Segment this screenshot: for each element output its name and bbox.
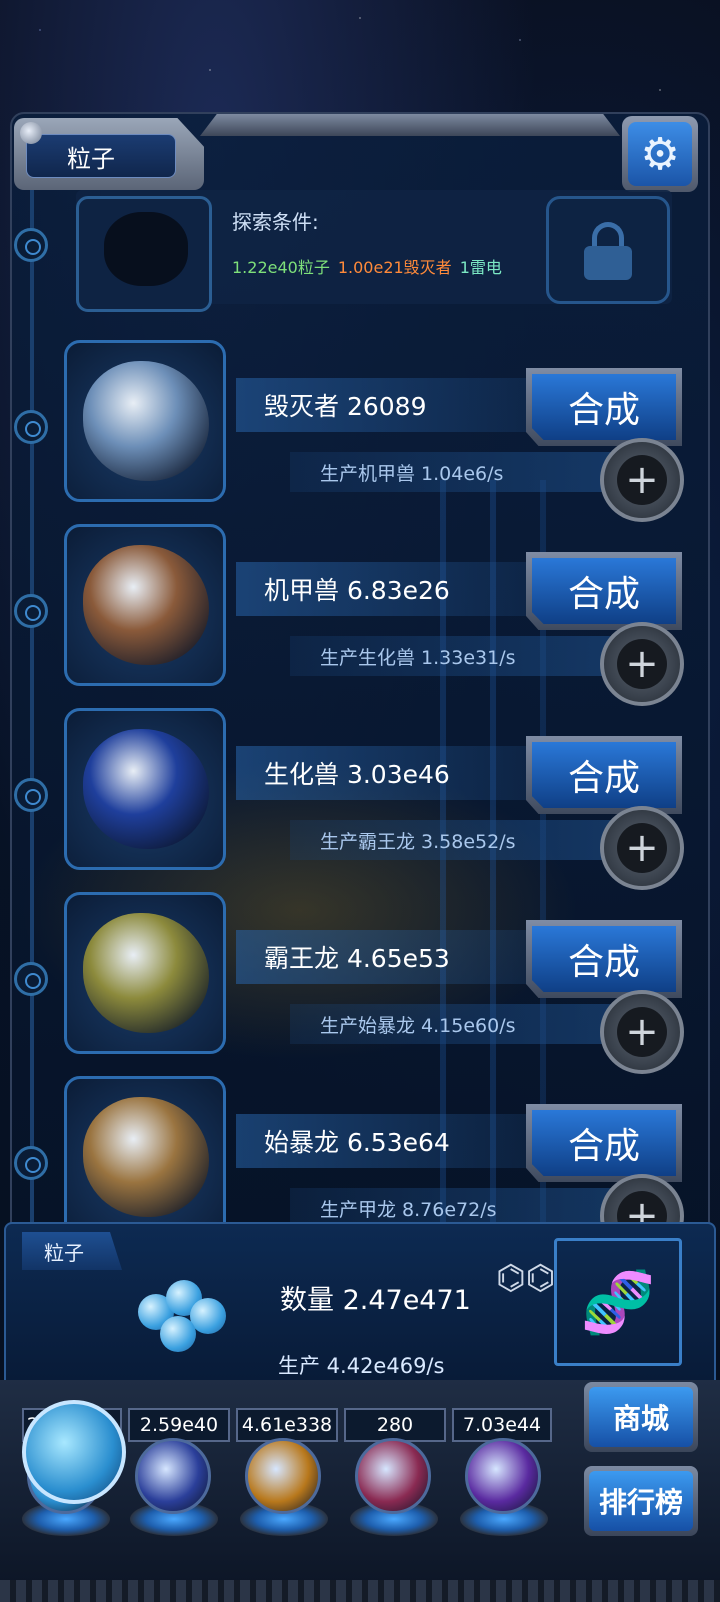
plus-icon: + — [617, 455, 667, 505]
condition-item: 1雷电 — [459, 258, 502, 277]
particle-cluster-icon — [138, 1276, 230, 1360]
synthesize-label: 合成 — [532, 374, 676, 440]
synthesize-button[interactable]: 合成 — [526, 920, 682, 998]
creature-name: 霸王龙 4.65e53 — [236, 930, 536, 984]
plus-icon: + — [617, 823, 667, 873]
timeline-lock-node — [14, 228, 48, 262]
creature-silhouette-icon — [104, 212, 188, 286]
synthesize-button[interactable]: 合成 — [526, 368, 682, 446]
synthesize-label: 合成 — [532, 1110, 676, 1176]
add-button[interactable]: + — [600, 990, 684, 1074]
unlock-condition-title: 探索条件: — [232, 210, 319, 234]
creature-name: 始暴龙 6.53e64 — [236, 1114, 536, 1168]
brain-orb-slot[interactable] — [350, 1438, 440, 1548]
resource-count: 280 — [344, 1408, 446, 1442]
creature-production: 生产生化兽 1.33e31/s — [290, 636, 620, 676]
lightning-orb-slot[interactable] — [130, 1438, 220, 1548]
shop-button[interactable]: 商城 — [584, 1382, 698, 1452]
creature-image — [83, 545, 209, 665]
timeline-spine — [30, 190, 34, 1250]
info-tab-label: 粒子 — [22, 1232, 122, 1270]
synthesize-button[interactable]: 合成 — [526, 736, 682, 814]
particle-orb-selected[interactable] — [22, 1400, 126, 1504]
creature-production: 生产机甲兽 1.04e6/s — [290, 452, 620, 492]
creature-portrait[interactable] — [64, 1076, 226, 1238]
creature-image — [83, 1097, 209, 1217]
shop-label: 商城 — [589, 1387, 693, 1447]
creature-portrait[interactable] — [64, 340, 226, 502]
plus-icon: + — [617, 1007, 667, 1057]
resource-count: 7.03e44 — [452, 1408, 552, 1442]
creature-production: 生产始暴龙 4.15e60/s — [290, 1004, 620, 1044]
creature-image — [83, 361, 209, 481]
fire-orb — [245, 1438, 321, 1514]
creature-portrait[interactable] — [64, 524, 226, 686]
add-button[interactable]: + — [600, 622, 684, 706]
add-button[interactable]: + — [600, 438, 684, 522]
hazard-stripe-decor — [0, 1580, 720, 1602]
leaderboard-button[interactable]: 排行榜 — [584, 1466, 698, 1536]
leaderboard-label: 排行榜 — [589, 1471, 693, 1531]
synthesize-label: 合成 — [532, 558, 676, 624]
plus-icon: + — [617, 639, 667, 689]
synthesize-label: 合成 — [532, 742, 676, 808]
synthesize-button[interactable]: 合成 — [526, 1104, 682, 1182]
creature-name: 机甲兽 6.83e26 — [236, 562, 536, 616]
brain-orb — [355, 1438, 431, 1514]
vortex-orb — [465, 1438, 541, 1514]
timeline-node — [14, 410, 48, 444]
condition-item: 1.00e21毁灭者 — [337, 258, 452, 277]
gear-icon: ⚙ — [628, 122, 692, 186]
lock-button[interactable] — [546, 196, 670, 304]
timeline-node — [14, 962, 48, 996]
creature-image — [83, 913, 209, 1033]
resource-production: 生产 4.42e469/s — [278, 1354, 445, 1378]
screw-icon — [20, 122, 42, 144]
creature-image — [83, 729, 209, 849]
settings-button[interactable]: ⚙ — [622, 116, 698, 192]
creature-portrait[interactable] — [64, 708, 226, 870]
resource-count: 2.59e40 — [128, 1408, 230, 1442]
header-bar — [200, 114, 620, 136]
lightning-orb — [135, 1438, 211, 1514]
resource-quantity: 数量 2.47e471 — [280, 1285, 471, 1316]
vortex-orb-slot[interactable] — [460, 1438, 550, 1548]
synthesize-label: 合成 — [532, 926, 676, 992]
creature-name: 生化兽 3.03e46 — [236, 746, 536, 800]
dna-icon[interactable]: 🧬 — [554, 1238, 682, 1366]
fire-orb-slot[interactable] — [240, 1438, 330, 1548]
creature-portrait[interactable] — [64, 892, 226, 1054]
lock-icon — [580, 222, 636, 280]
synthesize-button[interactable]: 合成 — [526, 552, 682, 630]
resource-count: 4.61e338 — [236, 1408, 338, 1442]
timeline-node — [14, 1146, 48, 1180]
creature-name: 毁灭者 26089 — [236, 378, 536, 432]
condition-item: 1.22e40粒子 — [232, 258, 330, 277]
add-button[interactable]: + — [600, 806, 684, 890]
page-title: 粒子 — [26, 134, 176, 178]
timeline-node — [14, 778, 48, 812]
timeline-node — [14, 594, 48, 628]
creature-production: 生产霸王龙 3.58e52/s — [290, 820, 620, 860]
unlock-condition-list: 1.22e40粒子 1.00e21毁灭者 1雷电 — [232, 254, 502, 278]
